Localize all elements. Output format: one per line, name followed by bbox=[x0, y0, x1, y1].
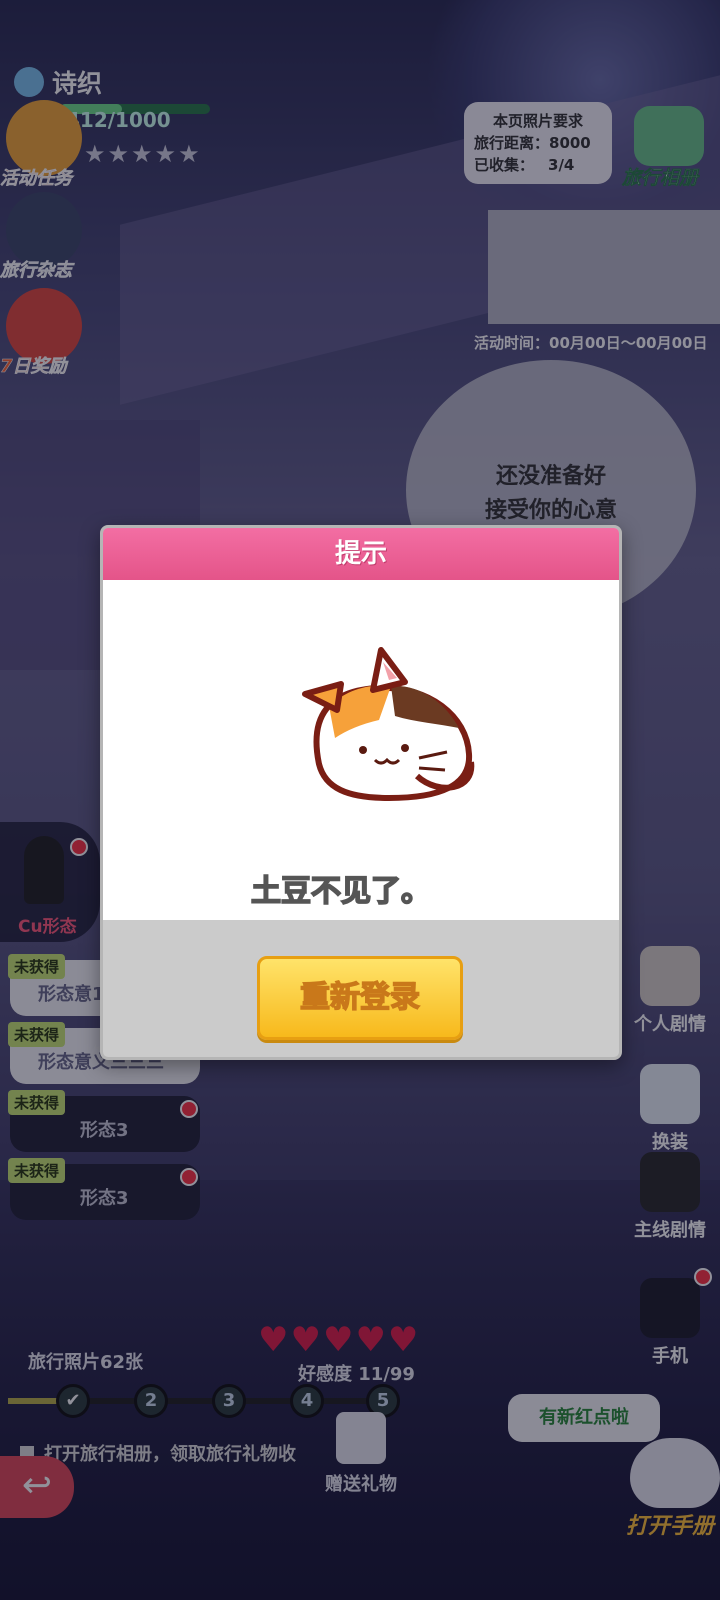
dialog-title: 提示 bbox=[103, 528, 619, 580]
dialog-body: 土豆不见了。 bbox=[103, 580, 619, 920]
alert-dialog: 提示 土豆不见了。 重新登录 bbox=[100, 525, 622, 1060]
calico-cat-icon bbox=[302, 647, 475, 802]
relogin-button[interactable]: 重新登录 bbox=[257, 956, 463, 1040]
dialog-message: 土豆不见了。 bbox=[250, 873, 432, 910]
